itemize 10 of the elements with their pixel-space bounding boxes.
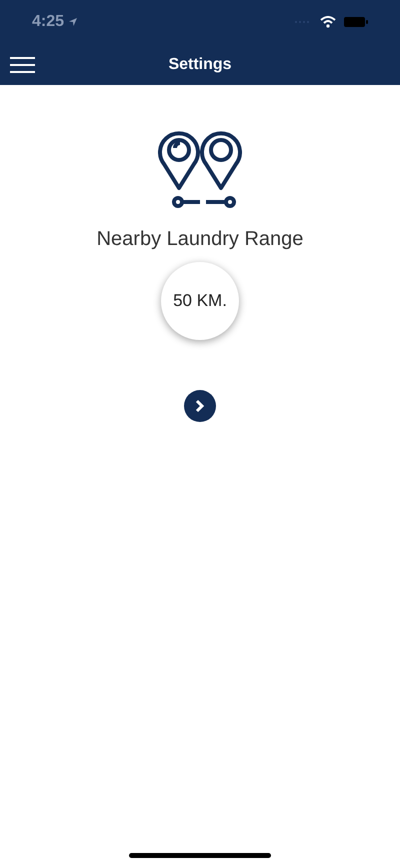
battery-icon	[344, 16, 368, 28]
next-button[interactable]	[184, 390, 216, 422]
wifi-icon	[320, 16, 336, 28]
location-arrow-icon	[68, 17, 78, 27]
range-value-button[interactable]: 50 KM.	[161, 262, 239, 340]
menu-button[interactable]	[10, 54, 35, 74]
chevron-right-icon	[195, 399, 205, 413]
status-time: 4:25	[32, 12, 64, 32]
screen-title: Settings	[168, 54, 232, 74]
range-label: Nearby Laundry Range	[96, 227, 304, 252]
